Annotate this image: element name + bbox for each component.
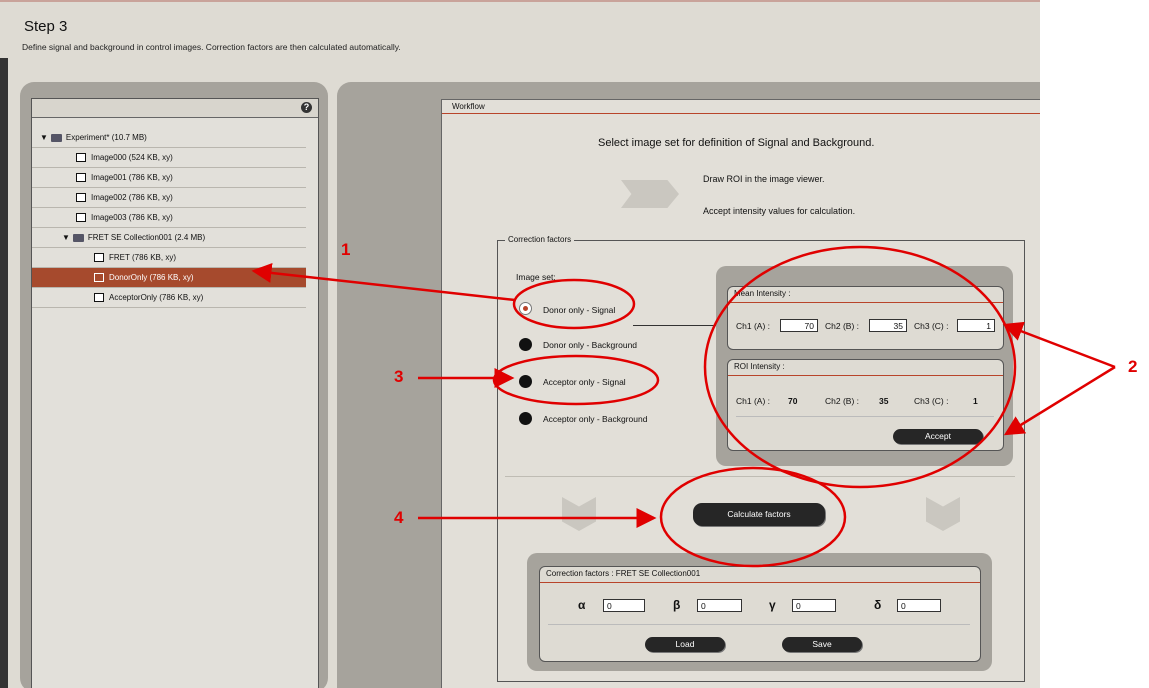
highlight-ellipse-calculate (659, 466, 847, 568)
highlight-ellipse-acceptor-signal (492, 354, 660, 406)
arrow-1 (251, 262, 516, 302)
highlight-ellipse-intensity (703, 245, 1017, 489)
arrow-2a (1002, 321, 1116, 369)
annotation-label-4: 4 (394, 508, 404, 527)
annotation-label-2: 2 (1128, 357, 1138, 376)
annotation-label-1: 1 (341, 240, 351, 259)
arrow-2b (1003, 365, 1116, 436)
annotation-overlay (251, 245, 1116, 568)
annotation-label-3: 3 (394, 367, 404, 386)
highlight-ellipse-donor-signal (512, 278, 636, 330)
